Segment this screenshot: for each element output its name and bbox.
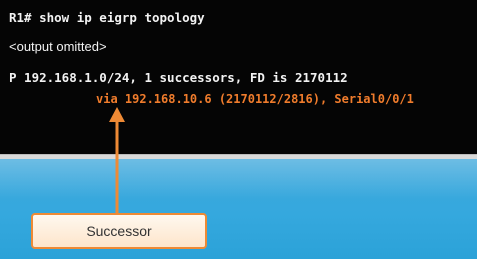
terminal-route-line: P 192.168.1.0/24, 1 successors, FD is 21… <box>9 70 348 85</box>
successor-callout: Successor <box>31 213 207 249</box>
successor-callout-label: Successor <box>86 223 152 239</box>
terminal-command-line: R1# show ip eigrp topology <box>9 10 205 25</box>
terminal-window: R1# show ip eigrp topology <output omitt… <box>0 0 477 154</box>
terminal-omitted-note: <output omitted> <box>9 39 107 54</box>
terminal-via-line: via 192.168.10.6 (2170112/2816), Serial0… <box>96 92 414 106</box>
